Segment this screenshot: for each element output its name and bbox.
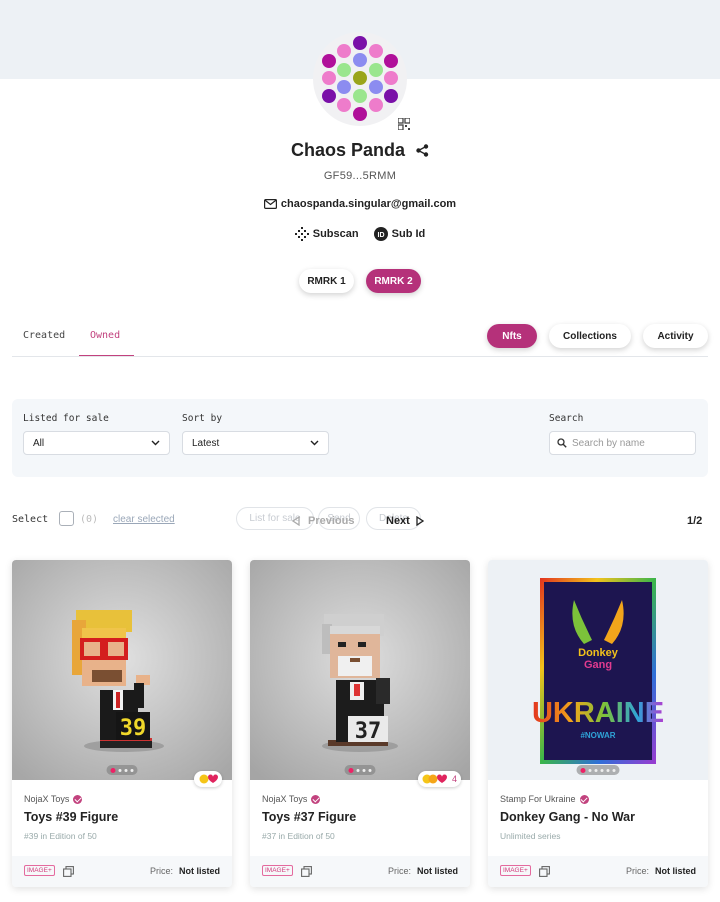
chevron-right-icon [416,516,424,526]
price-row: Price: Not listed [387,866,458,876]
media-type-badge: IMAGE+ [262,865,293,876]
svg-text:37: 37 [355,719,382,744]
price-row: Price: Not listed [149,866,220,876]
filters-panel: Listed for sale All Sort by Latest Searc… [12,399,708,477]
selected-count: (0) [80,514,99,525]
previous-label: Previous [308,515,355,527]
activity-view-button[interactable]: Activity [643,324,708,348]
page-indicator: 1/2 [687,515,703,527]
reaction-badge[interactable]: 4 [418,771,462,787]
share-icon[interactable] [416,141,429,162]
verified-icon [579,794,589,804]
copy-icon[interactable] [63,866,74,877]
nft-title[interactable]: Toys #39 Figure [24,810,118,824]
stamp-text-donkey: Donkey [578,647,619,659]
sort-by-label: Sort by [182,413,223,424]
qr-code-icon[interactable] [397,117,411,131]
price-value: Not listed [416,866,458,876]
stamp-text-gang: Gang [584,659,612,671]
copy-icon[interactable] [539,866,550,877]
rmrk1-button[interactable]: RMRK 1 [299,269,354,293]
chevron-down-icon [151,440,160,446]
mail-icon [263,199,277,210]
profile-name-row: Chaos Panda [0,140,720,162]
sort-by-value: Latest [192,437,220,449]
emoji-reactions-icon [422,774,447,784]
copy-icon[interactable] [301,866,312,877]
subid-label: Sub Id [391,228,426,240]
stamp-text-nowar: #NOWAR [580,731,615,740]
subscan-label: Subscan [312,228,359,240]
listed-for-sale-label: Listed for sale [23,413,109,424]
nft-title[interactable]: Toys #37 Figure [262,810,356,824]
stamp-text-ukraine: UKRAINE [532,697,664,729]
next-page-button[interactable]: Next [386,515,424,527]
price-value: Not listed [178,866,220,876]
media-type-badge: IMAGE+ [24,865,55,876]
subscan-icon [294,227,309,241]
collections-view-button[interactable]: Collections [549,324,631,348]
search-placeholder: Search by name [572,437,645,449]
nft-image[interactable]: 37 [250,560,470,780]
wallet-address[interactable]: GF59...5RMM [0,170,720,182]
svg-text:39: 39 [120,716,147,741]
image-carousel-dots[interactable] [576,765,620,775]
reaction-count: 4 [452,774,458,784]
collection-name[interactable]: NojaX Toys [24,794,83,804]
previous-page-button[interactable]: Previous [292,515,354,527]
subid-link[interactable]: ID Sub Id [373,227,426,241]
verified-icon [311,794,321,804]
select-all-checkbox[interactable] [59,511,74,526]
search-label: Search [549,413,584,424]
nft-card[interactable]: Donkey Gang UKRAINE #NOWAR Stamp For Ukr… [488,560,708,887]
tab-created[interactable]: Created [23,330,65,341]
profile-avatar [313,32,407,126]
next-label: Next [386,515,410,527]
profile-name: Chaos Panda [290,140,405,160]
external-links: Subscan ID Sub Id [0,227,720,244]
sort-by-select[interactable]: Latest [182,431,329,455]
email-row[interactable]: chaospanda.singular@gmail.com [0,198,720,210]
search-icon [557,438,567,448]
nft-card[interactable]: 37 4 NojaX Toys Toys #37 Figure #37 in E… [250,560,470,887]
chevron-down-icon [310,440,319,446]
media-type-badge: IMAGE+ [500,865,531,876]
listed-for-sale-value: All [33,437,45,449]
nft-image[interactable]: 39 [12,560,232,780]
emoji-reactions-icon [199,774,218,784]
rmrk2-button[interactable]: RMRK 2 [366,269,421,293]
clear-selected-link[interactable]: clear selected [113,514,175,525]
chevron-left-icon [292,516,300,526]
avatar-dots [322,36,398,121]
nft-edition: #39 in Edition of 50 [24,831,97,841]
tab-owned[interactable]: Owned [90,330,120,341]
collection-name[interactable]: NojaX Toys [262,794,321,804]
email-text: chaospanda.singular@gmail.com [280,198,457,210]
nft-edition: #37 in Edition of 50 [262,831,335,841]
search-input[interactable]: Search by name [549,431,696,455]
reaction-badge[interactable] [194,771,222,787]
tabs-divider [12,356,708,357]
collection-name[interactable]: Stamp For Ukraine [500,794,589,804]
price-value: Not listed [654,866,696,876]
svg-text:ID: ID [377,232,384,239]
nft-card[interactable]: 39 NojaX Toys Toys #39 Figure #39 in Edi… [12,560,232,887]
select-label: Select [12,514,49,525]
subscan-link[interactable]: Subscan [294,227,359,241]
nft-edition: Unlimited series [500,831,561,841]
nft-title[interactable]: Donkey Gang - No War [500,810,635,824]
subid-icon: ID [373,227,388,241]
listed-for-sale-select[interactable]: All [23,431,170,455]
verified-icon [73,794,83,804]
price-row: Price: Not listed [625,866,696,876]
nfts-view-button[interactable]: Nfts [487,324,537,348]
image-carousel-dots[interactable] [106,765,138,775]
image-carousel-dots[interactable] [344,765,376,775]
nft-image[interactable]: Donkey Gang UKRAINE #NOWAR [488,560,708,780]
